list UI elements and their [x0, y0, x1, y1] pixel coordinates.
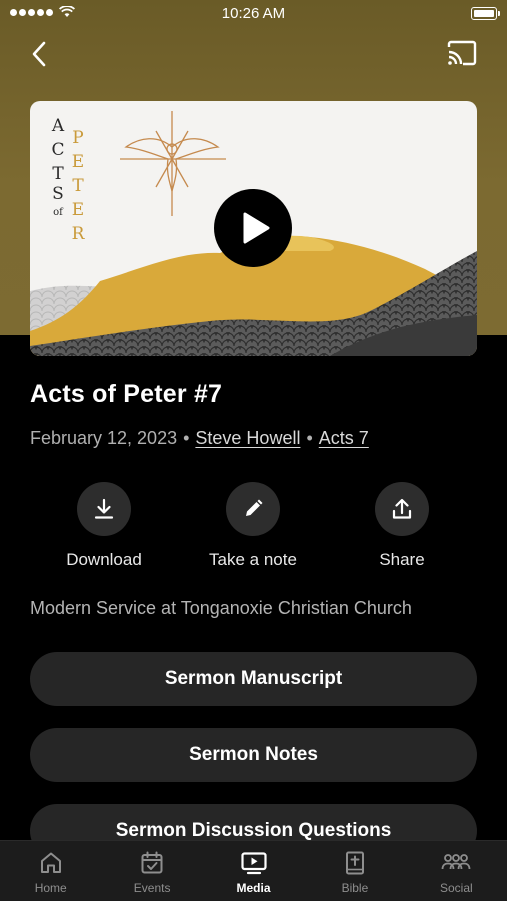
calendar-icon [141, 851, 163, 874]
sermon-artwork[interactable]: A C T S of P E T E R [30, 101, 477, 356]
artwork-letter-r: R [72, 224, 86, 244]
play-button[interactable] [214, 189, 292, 267]
cast-icon [447, 40, 477, 66]
artwork-letter-c: C [51, 140, 64, 160]
take-note-button-circle[interactable] [226, 482, 280, 536]
sermon-title: Acts of Peter #7 [30, 380, 223, 408]
share-button[interactable]: Share [327, 482, 477, 570]
media-icon [240, 852, 267, 875]
tab-media-label: Media [236, 881, 271, 895]
battery-icon [471, 7, 500, 20]
download-icon [94, 498, 114, 519]
artwork-letter-a: A [51, 116, 65, 136]
download-label: Download [66, 550, 142, 569]
back-button[interactable] [22, 36, 58, 72]
tab-bar: Home Events Media Bible Social [0, 840, 507, 901]
status-time: 10:26 AM [221, 5, 286, 22]
artwork-letter-t2: T [72, 176, 84, 196]
tab-home-label: Home [34, 881, 67, 895]
passage-link[interactable]: Acts 7 [319, 428, 369, 448]
meta-separator: • [306, 428, 313, 448]
take-note-label: Take a note [209, 550, 297, 569]
tab-events-label: Events [133, 881, 171, 895]
tab-social-label: Social [439, 881, 473, 895]
tab-social[interactable]: Social [406, 841, 507, 901]
share-icon [392, 498, 412, 519]
artwork-letter-e2: E [72, 200, 84, 220]
tab-events[interactable]: Events [101, 841, 202, 901]
share-label: Share [379, 550, 425, 569]
play-icon [243, 212, 270, 244]
artwork-letter-p: P [72, 128, 83, 148]
tab-home[interactable]: Home [0, 841, 101, 901]
artwork-letter-t: T [52, 164, 64, 184]
sermon-meta: February 12, 2023 • Steve Howell • Acts 7 [30, 428, 369, 449]
take-note-button[interactable]: Take a note [178, 482, 328, 570]
cast-button[interactable] [445, 38, 479, 68]
share-button-circle[interactable] [375, 482, 429, 536]
status-bar: 10:26 AM [0, 0, 507, 28]
chevron-left-icon [32, 41, 46, 67]
download-button[interactable]: Download [29, 482, 179, 570]
home-icon [40, 852, 61, 873]
download-button-circle[interactable] [77, 482, 131, 536]
sermon-date: February 12, 2023 [30, 428, 178, 448]
speaker-link[interactable]: Steve Howell [195, 428, 300, 448]
artwork-of: of [53, 207, 64, 218]
pencil-icon [246, 499, 263, 516]
artwork-letter-s: S [52, 184, 64, 204]
bible-icon [345, 851, 364, 875]
people-icon [441, 854, 471, 870]
sermon-manuscript-button[interactable]: Sermon Manuscript [30, 652, 477, 706]
tab-bible[interactable]: Bible [304, 841, 405, 901]
sermon-notes-button[interactable]: Sermon Notes [30, 728, 477, 782]
tab-media[interactable]: Media [203, 841, 304, 901]
artwork-letter-e1: E [72, 152, 84, 172]
service-description: Modern Service at Tonganoxie Christian C… [30, 598, 412, 618]
meta-separator: • [183, 428, 190, 448]
tab-bible-label: Bible [341, 881, 369, 895]
